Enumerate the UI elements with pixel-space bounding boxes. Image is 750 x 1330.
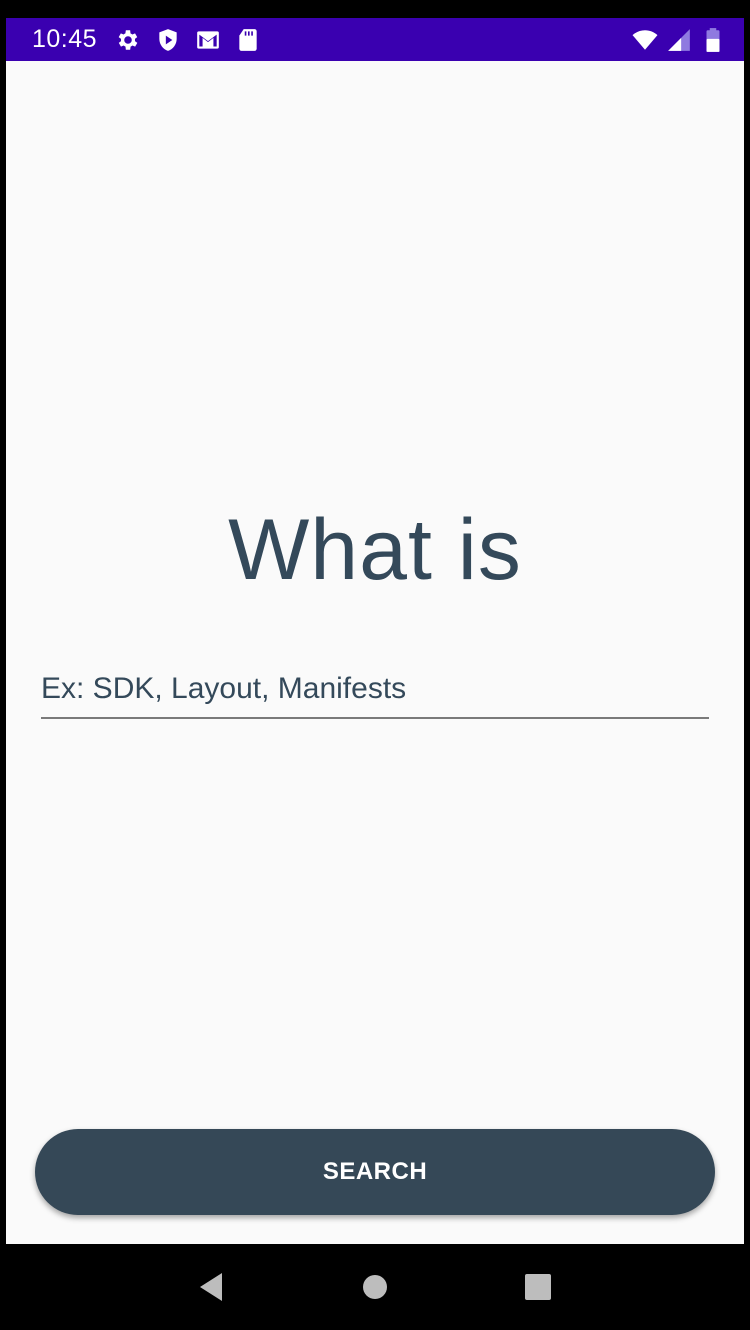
recents-icon[interactable]	[518, 1267, 558, 1307]
wifi-icon	[632, 27, 658, 53]
navigation-bar	[0, 1244, 750, 1330]
status-bar: 10:45	[6, 18, 744, 61]
shield-icon	[155, 27, 181, 53]
status-icons-right	[632, 27, 726, 53]
gmail-icon	[195, 27, 221, 53]
battery-icon	[700, 27, 726, 53]
search-button[interactable]: SEARCH	[35, 1129, 715, 1215]
home-icon[interactable]	[355, 1267, 395, 1307]
search-field-container	[41, 667, 709, 719]
app-content: What is SEARCH	[6, 61, 744, 1244]
device-frame-top	[0, 0, 750, 18]
page-title: What is	[228, 502, 522, 598]
device-frame-right	[744, 18, 750, 1244]
signal-icon	[666, 27, 692, 53]
search-input[interactable]	[41, 667, 709, 715]
back-icon[interactable]	[192, 1267, 232, 1307]
sd-card-icon	[235, 27, 261, 53]
status-time: 10:45	[32, 25, 98, 53]
status-icons-left	[115, 27, 261, 53]
gear-icon	[115, 27, 141, 53]
